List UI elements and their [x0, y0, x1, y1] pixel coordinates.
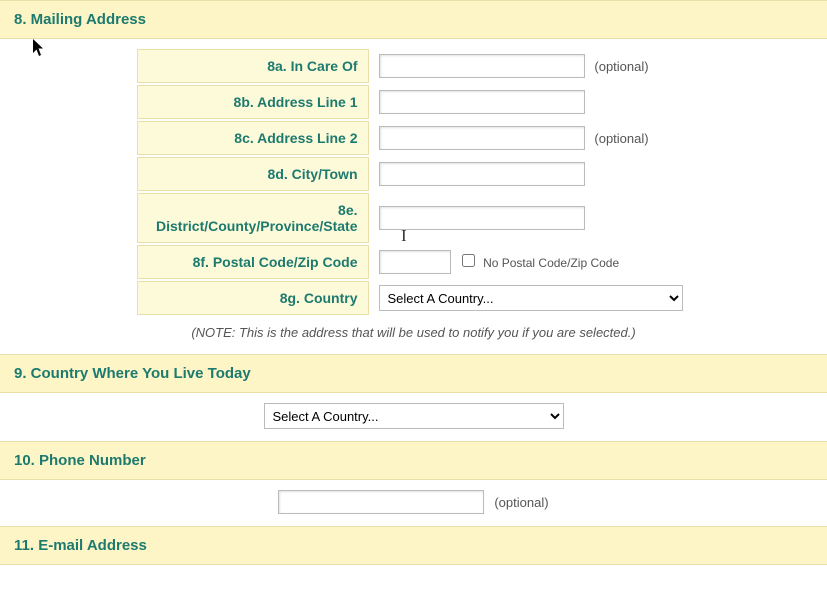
care-of-optional: (optional) — [588, 59, 648, 74]
section-8-body: 8a. In Care Of (optional) 8b. Address Li… — [0, 39, 827, 354]
section-11-header: 11. E-mail Address — [0, 526, 827, 565]
no-postal-label: No Postal Code/Zip Code — [479, 256, 619, 270]
postal-code-input[interactable] — [379, 250, 451, 274]
section-10-title: 10. Phone Number — [14, 452, 146, 469]
label-country: 8g. Country — [137, 281, 369, 315]
label-addr2: 8c. Address Line 2 — [137, 121, 369, 155]
address-line-2-input[interactable] — [379, 126, 585, 150]
phone-input[interactable] — [278, 490, 484, 514]
live-country-select[interactable]: Select A Country... — [264, 403, 564, 429]
section-9-title: 9. Country Where You Live Today — [14, 365, 251, 382]
district-input[interactable] — [379, 206, 585, 230]
label-care-of: 8a. In Care Of — [137, 49, 369, 83]
section-10-body: (optional) — [0, 480, 827, 526]
label-postal: 8f. Postal Code/Zip Code — [137, 245, 369, 279]
addr2-optional: (optional) — [588, 131, 648, 146]
phone-optional: (optional) — [488, 495, 548, 510]
section-11-title: 11. E-mail Address — [14, 537, 147, 554]
section-10-header: 10. Phone Number — [0, 441, 827, 480]
no-postal-checkbox[interactable] — [462, 254, 475, 267]
section-9-body: Select A Country... — [0, 393, 827, 441]
mailing-note: (NOTE: This is the address that will be … — [0, 317, 827, 346]
care-of-input[interactable] — [379, 54, 585, 78]
section-9-header: 9. Country Where You Live Today — [0, 354, 827, 393]
section-8-header: 8. Mailing Address — [0, 0, 827, 39]
city-input[interactable] — [379, 162, 585, 186]
label-city: 8d. City/Town — [137, 157, 369, 191]
section-8-title: 8. Mailing Address — [14, 11, 146, 28]
mailing-address-table: 8a. In Care Of (optional) 8b. Address Li… — [135, 47, 693, 317]
address-line-1-input[interactable] — [379, 90, 585, 114]
label-addr1: 8b. Address Line 1 — [137, 85, 369, 119]
country-select[interactable]: Select A Country... — [379, 285, 683, 311]
label-district: 8e. District/County/Province/State — [137, 193, 369, 243]
